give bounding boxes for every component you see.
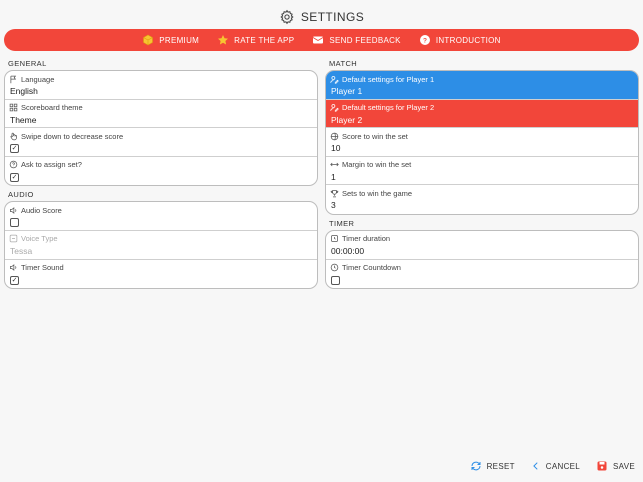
timer-duration-label: Timer duration <box>342 234 391 244</box>
right-column: MATCH Default settings for Player 1 Play… <box>325 56 639 292</box>
title-bar: SETTINGS <box>0 6 643 28</box>
premium-label: PREMIUM <box>159 35 200 45</box>
cube-icon <box>142 34 154 46</box>
player1-label: Default settings for Player 1 <box>342 74 435 84</box>
voice-type-row[interactable]: Voice Type Tessa <box>5 231 317 260</box>
voice-type-value: Tessa <box>10 245 33 256</box>
audio-section-title: AUDIO <box>8 190 34 200</box>
floppy-disk-icon <box>596 460 608 472</box>
grid-icon <box>9 103 18 112</box>
speaker-icon <box>9 206 18 215</box>
score-to-win-label: Score to win the set <box>342 131 408 141</box>
stopwatch-icon <box>330 234 339 243</box>
chevron-left-icon <box>531 461 541 471</box>
user-edit-icon <box>330 103 339 112</box>
save-button[interactable]: SAVE <box>596 460 635 472</box>
ask-assign-row: Ask to assign set? ✓ <box>5 157 317 186</box>
timer-countdown-row: Timer Countdown <box>326 260 638 289</box>
flag-icon <box>9 75 18 84</box>
language-row[interactable]: Language English <box>5 71 317 100</box>
question-circle-icon <box>9 160 18 169</box>
refresh-icon <box>470 460 482 472</box>
score-to-win-row[interactable]: Score to win the set 10 <box>326 128 638 157</box>
rate-app-button[interactable]: RATE THE APP <box>217 34 294 46</box>
rate-app-label: RATE THE APP <box>234 35 295 45</box>
svg-text:?: ? <box>423 37 427 44</box>
save-label: SAVE <box>613 461 635 471</box>
scoreboard-theme-value: Theme <box>10 114 37 125</box>
page-title: SETTINGS <box>300 10 365 24</box>
user-edit-icon <box>330 75 339 84</box>
premium-button[interactable]: PREMIUM <box>142 34 199 46</box>
star-icon <box>217 34 229 46</box>
introduction-button[interactable]: ? INTRODUCTION <box>419 34 501 46</box>
margin-label: Margin to win the set <box>342 160 412 170</box>
timer-sound-label: Timer Sound <box>21 263 64 273</box>
hand-icon <box>9 132 18 141</box>
timer-countdown-checkbox[interactable] <box>331 275 340 285</box>
language-label: Language <box>21 74 55 84</box>
player1-row[interactable]: Default settings for Player 1 Player 1 <box>326 71 638 100</box>
sets-to-win-value: 3 <box>331 200 336 211</box>
speaker-icon <box>9 263 18 272</box>
margin-value: 1 <box>331 171 336 182</box>
margin-row[interactable]: Margin to win the set 1 <box>326 157 638 186</box>
reset-button[interactable]: RESET <box>470 460 515 472</box>
timer-duration-value: 00:00:00 <box>331 245 365 256</box>
cancel-button[interactable]: CANCEL <box>531 461 580 471</box>
swipe-down-row: Swipe down to decrease score ✓ <box>5 128 317 157</box>
general-section-title: GENERAL <box>8 59 47 68</box>
audio-score-row: Audio Score <box>5 202 317 231</box>
ask-assign-label: Ask to assign set? <box>21 160 82 170</box>
player1-value: Player 1 <box>331 86 363 96</box>
send-feedback-button[interactable]: SEND FEEDBACK <box>312 34 401 46</box>
reset-label: RESET <box>486 461 515 471</box>
player2-row[interactable]: Default settings for Player 2 Player 2 <box>326 99 638 129</box>
match-group: Default settings for Player 1 Player 1 D… <box>325 70 639 215</box>
general-group: Language English Scoreboard theme Theme … <box>4 70 318 187</box>
match-section-title: MATCH <box>329 59 358 68</box>
introduction-label: INTRODUCTION <box>435 35 501 45</box>
mail-icon <box>312 34 324 46</box>
gear-icon <box>279 9 295 25</box>
swipe-down-label: Swipe down to decrease score <box>21 131 124 141</box>
timer-section-title: TIMER <box>329 218 355 228</box>
question-icon: ? <box>419 34 431 46</box>
timer-group: Timer duration 00:00:00 Timer Countdown <box>325 229 639 290</box>
player2-value: Player 2 <box>331 114 363 125</box>
language-value: English <box>10 86 38 96</box>
top-banner: PREMIUM RATE THE APP SEND FEEDBACK ? INT… <box>4 29 639 51</box>
audio-score-checkbox[interactable] <box>10 218 19 228</box>
timer-sound-checkbox[interactable]: ✓ <box>10 275 19 285</box>
audio-score-label: Audio Score <box>21 205 62 215</box>
ball-icon <box>330 132 339 141</box>
arrows-horizontal-icon <box>330 160 339 169</box>
sets-to-win-row[interactable]: Sets to win the game 3 <box>326 185 638 214</box>
send-feedback-label: SEND FEEDBACK <box>329 35 401 45</box>
voice-icon <box>9 234 18 243</box>
audio-group: Audio Score Voice Type Tessa Timer Sound… <box>4 201 318 290</box>
timer-countdown-label: Timer Countdown <box>342 263 401 273</box>
score-to-win-value: 10 <box>331 143 341 154</box>
clock-icon <box>330 263 339 272</box>
timer-duration-row[interactable]: Timer duration 00:00:00 <box>326 231 638 260</box>
scoreboard-theme-row[interactable]: Scoreboard theme Theme <box>5 100 317 129</box>
swipe-down-checkbox[interactable]: ✓ <box>10 144 19 154</box>
cancel-label: CANCEL <box>545 461 581 471</box>
sets-to-win-label: Sets to win the game <box>342 188 413 198</box>
timer-sound-row: Timer Sound ✓ <box>5 260 317 289</box>
player2-label: Default settings for Player 2 <box>342 103 435 113</box>
scoreboard-theme-label: Scoreboard theme <box>21 103 83 113</box>
footer-actions: RESET CANCEL SAVE <box>470 460 635 472</box>
trophy-icon <box>330 189 339 198</box>
ask-assign-checkbox[interactable]: ✓ <box>10 172 19 182</box>
voice-type-label: Voice Type <box>21 234 58 244</box>
left-column: GENERAL Language English Scoreboard them… <box>4 56 318 292</box>
